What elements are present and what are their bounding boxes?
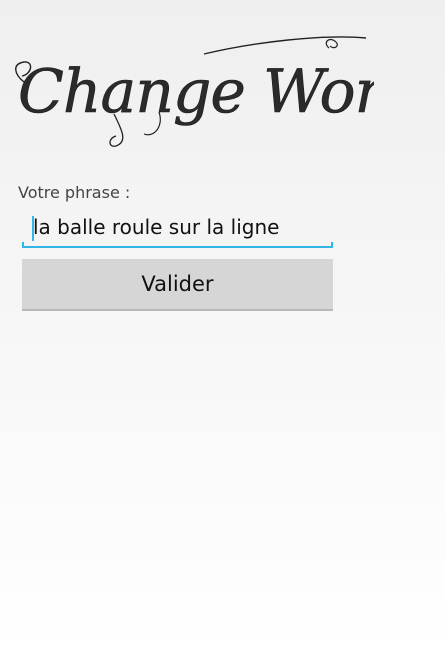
submit-button[interactable]: Valider [22,259,333,311]
phrase-input[interactable] [22,208,333,246]
app-logo-artwork: Change Words [15,36,374,147]
text-cursor [32,216,34,241]
input-underline [22,246,333,248]
logo-text: Change Words [18,57,374,127]
phrase-field[interactable] [22,208,333,248]
input-underline-left-tick [22,242,24,248]
app-logo: Change Words [4,34,374,154]
input-underline-right-tick [331,242,333,248]
phrase-label: Votre phrase : [18,183,131,202]
